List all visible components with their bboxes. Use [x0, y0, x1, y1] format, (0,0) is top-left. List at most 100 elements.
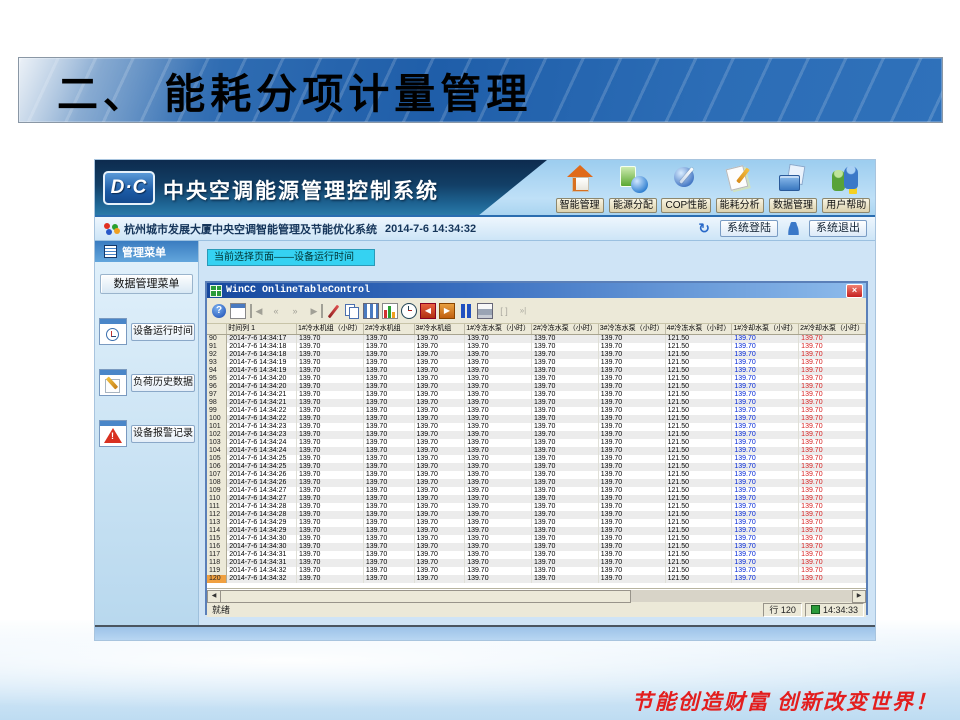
table-row[interactable]: 1012014-7-6 14:34:23139.70139.70139.7013…	[207, 423, 866, 431]
table-row[interactable]: 962014-7-6 14:34:20139.70139.70139.70139…	[207, 383, 866, 391]
table-row[interactable]: 942014-7-6 14:34:19139.70139.70139.70139…	[207, 367, 866, 375]
sidebar-section-data-menu[interactable]: 数据管理菜单	[100, 274, 193, 294]
copy-icon[interactable]	[344, 303, 360, 319]
table-row[interactable]: 912014-7-6 14:34:18139.70139.70139.70139…	[207, 343, 866, 351]
table-row[interactable]: 1052014-7-6 14:34:25139.70139.70139.7013…	[207, 455, 866, 463]
table-row[interactable]: 922014-7-6 14:34:18139.70139.70139.70139…	[207, 351, 866, 359]
edit-icon[interactable]	[325, 303, 341, 319]
table-row[interactable]: 1132014-7-6 14:34:29139.70139.70139.7013…	[207, 519, 866, 527]
nav-item-energy-analysis[interactable]: 能耗分析	[713, 162, 766, 214]
print-icon[interactable]	[477, 303, 493, 319]
value-cell: 139.70	[363, 559, 414, 567]
value-cell: 139.70	[414, 431, 465, 439]
value-cell: 139.70	[414, 423, 465, 431]
value-cell: 139.70	[414, 375, 465, 383]
column-header[interactable]: 3#冷水机组	[414, 324, 465, 335]
table-row[interactable]: 1142014-7-6 14:34:29139.70139.70139.7013…	[207, 527, 866, 535]
column-header[interactable]: 1#冷水机组（小时）	[297, 324, 364, 335]
table-row[interactable]: 1182014-7-6 14:34:31139.70139.70139.7013…	[207, 559, 866, 567]
value-cell: 139.70	[297, 559, 364, 567]
table-row[interactable]: 1062014-7-6 14:34:25139.70139.70139.7013…	[207, 463, 866, 471]
table-row[interactable]: 1092014-7-6 14:34:27139.70139.70139.7013…	[207, 487, 866, 495]
table-row[interactable]: 1172014-7-6 14:34:31139.70139.70139.7013…	[207, 551, 866, 559]
value-cell: 139.70	[465, 487, 532, 495]
value-cell: 139.70	[799, 519, 866, 527]
value-cell: 139.70	[363, 383, 414, 391]
value-cell: 139.70	[531, 343, 598, 351]
table-row[interactable]: 1022014-7-6 14:34:23139.70139.70139.7013…	[207, 431, 866, 439]
time-range-icon[interactable]	[401, 303, 417, 319]
time-cell: 2014-7-6 14:34:31	[227, 551, 297, 559]
value-cell: 139.70	[732, 431, 799, 439]
nav-item-energy-dist[interactable]: 能源分配	[606, 162, 659, 214]
help-icon[interactable]	[211, 303, 227, 319]
table-row[interactable]: 1152014-7-6 14:34:30139.70139.70139.7013…	[207, 535, 866, 543]
table-row[interactable]: 1082014-7-6 14:34:26139.70139.70139.7013…	[207, 479, 866, 487]
value-cell: 139.70	[531, 551, 598, 559]
system-logout-button[interactable]: 系统退出	[809, 220, 867, 237]
value-cell: 139.70	[465, 559, 532, 567]
table-row[interactable]: 1192014-7-6 14:34:32139.70139.70139.7013…	[207, 567, 866, 575]
nav-item-data-manage[interactable]: 数据管理	[766, 162, 819, 214]
table-row[interactable]: 1122014-7-6 14:34:28139.70139.70139.7013…	[207, 511, 866, 519]
nav-item-cop-perf[interactable]: COP性能	[660, 162, 713, 214]
column-header[interactable]: 3#冷冻水泵（小时）	[598, 324, 665, 335]
value-cell: 139.70	[531, 383, 598, 391]
column-header[interactable]: 4#冷冻水泵（小时）	[665, 324, 732, 335]
table-row[interactable]: 1202014-7-6 14:34:32139.70139.70139.7013…	[207, 575, 866, 583]
value-cell: 139.70	[732, 503, 799, 511]
scrollbar-thumb[interactable]	[220, 590, 631, 603]
column-select-icon[interactable]	[363, 303, 379, 319]
value-cell: 139.70	[363, 455, 414, 463]
value-cell: 139.70	[414, 487, 465, 495]
table-row[interactable]: 1102014-7-6 14:34:27139.70139.70139.7013…	[207, 495, 866, 503]
calendar-icon[interactable]	[230, 303, 246, 319]
sidebar-item-device-alarm[interactable]: 设备报警记录	[99, 420, 195, 447]
value-cell: 139.70	[363, 359, 414, 367]
table-row[interactable]: 992014-7-6 14:34:22139.70139.70139.70139…	[207, 407, 866, 415]
export-data-icon[interactable]	[439, 303, 455, 319]
nav-item-label: 能耗分析	[716, 198, 764, 213]
value-cell: 121.50	[665, 367, 732, 375]
table-row[interactable]: 902014-7-6 14:34:17139.70139.70139.70139…	[207, 335, 866, 344]
row-number-cell: 95	[207, 375, 227, 383]
table-row[interactable]: 982014-7-6 14:34:21139.70139.70139.70139…	[207, 399, 866, 407]
value-cell: 139.70	[732, 351, 799, 359]
value-cell: 139.70	[732, 383, 799, 391]
nav-item-user-help[interactable]: 用户帮助	[820, 162, 873, 214]
online-status-icon	[811, 605, 820, 614]
table-row[interactable]: 1162014-7-6 14:34:30139.70139.70139.7013…	[207, 543, 866, 551]
table-row[interactable]: 1042014-7-6 14:34:24139.70139.70139.7013…	[207, 447, 866, 455]
table-row[interactable]: 1002014-7-6 14:34:22139.70139.70139.7013…	[207, 415, 866, 423]
table-row[interactable]: 1072014-7-6 14:34:26139.70139.70139.7013…	[207, 471, 866, 479]
column-header[interactable]: 2#冷却水泵（小时）	[799, 324, 866, 335]
column-header[interactable]: 1#冷却水泵（小时）	[732, 324, 799, 335]
table-row[interactable]: 952014-7-6 14:34:20139.70139.70139.70139…	[207, 375, 866, 383]
table-row[interactable]: 932014-7-6 14:34:19139.70139.70139.70139…	[207, 359, 866, 367]
close-icon[interactable]: ×	[846, 284, 863, 298]
wincc-titlebar[interactable]: WinCC OnlineTableControl ×	[207, 283, 866, 298]
value-cell: 139.70	[531, 455, 598, 463]
scroll-left-icon[interactable]: ◀	[207, 590, 221, 603]
column-header[interactable]: 时间列 1	[227, 324, 297, 335]
sidebar-item-device-runtime[interactable]: 设备运行时间	[99, 318, 195, 345]
table-row[interactable]: 1032014-7-6 14:34:24139.70139.70139.7013…	[207, 439, 866, 447]
system-login-button[interactable]: 系统登陆	[720, 220, 778, 237]
table-row[interactable]: 972014-7-6 14:34:21139.70139.70139.70139…	[207, 391, 866, 399]
value-cell: 139.70	[598, 399, 665, 407]
nav-item-smart-manage[interactable]: 智能管理	[553, 162, 606, 214]
horizontal-scrollbar[interactable]: ◀ ▶	[207, 589, 866, 602]
goto-end-icon	[515, 303, 531, 319]
column-header[interactable]: 2#冷冻水泵（小时）	[531, 324, 598, 335]
column-header[interactable]: 1#冷冻水泵（小时）	[465, 324, 532, 335]
scroll-right-icon[interactable]: ▶	[852, 590, 866, 603]
sidebar-item-label: 设备报警记录	[131, 425, 195, 443]
export-import-icon[interactable]	[420, 303, 436, 319]
column-header[interactable]: 2#冷水机组	[363, 324, 414, 335]
statistics-icon[interactable]	[382, 303, 398, 319]
table-row[interactable]: 1112014-7-6 14:34:28139.70139.70139.7013…	[207, 503, 866, 511]
slide: 二、 能耗分项计量管理 D·C 中央空调能源管理控制系统 智能管理能源分配COP…	[0, 0, 960, 720]
pause-icon[interactable]	[458, 303, 474, 319]
value-cell: 139.70	[732, 447, 799, 455]
sidebar-item-load-history[interactable]: 负荷历史数据	[99, 369, 195, 396]
